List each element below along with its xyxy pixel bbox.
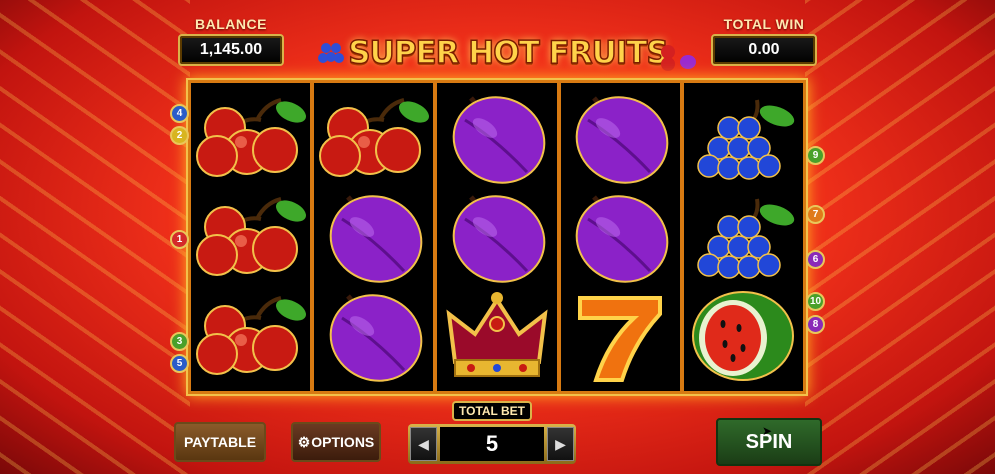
total-bet-stepper: ◀ 5 ▶ (408, 424, 576, 464)
cherries-symbol-icon (193, 188, 308, 287)
reel-4 (560, 83, 680, 391)
cherries-symbol-icon (316, 89, 431, 188)
bet-increase-button[interactable]: ▶ (547, 427, 574, 461)
flame-decoration-right (805, 0, 995, 474)
payline-marker-9[interactable]: 9 (806, 146, 825, 165)
seven-symbol-icon (563, 286, 678, 385)
total-win-panel: TOTAL WIN 0.00 (711, 16, 817, 66)
payline-marker-7[interactable]: 7 (806, 205, 825, 224)
watermelon-symbol-icon (686, 286, 801, 385)
plum-symbol-icon (439, 89, 554, 188)
reel-1 (191, 83, 311, 391)
payline-marker-4[interactable]: 4 (170, 104, 189, 123)
flame-decoration-left (0, 0, 190, 474)
cherries-symbol-icon (193, 89, 308, 188)
plum-symbol-icon (439, 188, 554, 287)
reel-grid (186, 78, 808, 396)
reel-5 (683, 83, 804, 391)
balance-label: BALANCE (195, 16, 267, 32)
game-title: SUPER HOT FRUITS (347, 34, 669, 72)
cherries-symbol-icon (193, 286, 308, 385)
total-win-value: 0.00 (711, 34, 817, 66)
plum-symbol-icon (563, 188, 678, 287)
plum-symbol-icon (316, 188, 431, 287)
reel-3 (437, 83, 557, 391)
grapes-symbol-icon (686, 188, 801, 287)
logo-cherries-icon (661, 45, 696, 71)
payline-marker-8[interactable]: 8 (806, 315, 825, 334)
options-button[interactable]: ⚙OPTIONS (291, 422, 381, 462)
payline-marker-10[interactable]: 10 (806, 292, 825, 311)
payline-marker-2[interactable]: 2 (170, 126, 189, 145)
game-logo: SUPER HOT FRUITS (318, 30, 698, 76)
balance-panel: BALANCE 1,145.00 (178, 16, 284, 66)
total-bet-value: 5 (440, 427, 544, 461)
crown-symbol-icon (439, 286, 554, 385)
total-win-label: TOTAL WIN (723, 16, 805, 32)
total-bet-label: TOTAL BET (452, 401, 532, 421)
gear-icon: ⚙ (297, 434, 311, 450)
paytable-label: PAYTABLE (183, 434, 257, 450)
payline-marker-3[interactable]: 3 (170, 332, 189, 351)
balance-value: 1,145.00 (178, 34, 284, 66)
logo-grapes-icon (318, 43, 344, 63)
reel-2 (314, 83, 434, 391)
plum-symbol-icon (563, 89, 678, 188)
bet-decrease-button[interactable]: ◀ (410, 427, 437, 461)
payline-marker-5[interactable]: 5 (170, 354, 189, 373)
plum-symbol-icon (316, 286, 431, 385)
payline-marker-1[interactable]: 1 (170, 230, 189, 249)
mouse-cursor-icon: ➤ (762, 424, 773, 438)
payline-marker-6[interactable]: 6 (806, 250, 825, 269)
options-label: OPTIONS (311, 434, 375, 450)
grapes-symbol-icon (686, 89, 801, 188)
paytable-button[interactable]: PAYTABLE (174, 422, 266, 462)
